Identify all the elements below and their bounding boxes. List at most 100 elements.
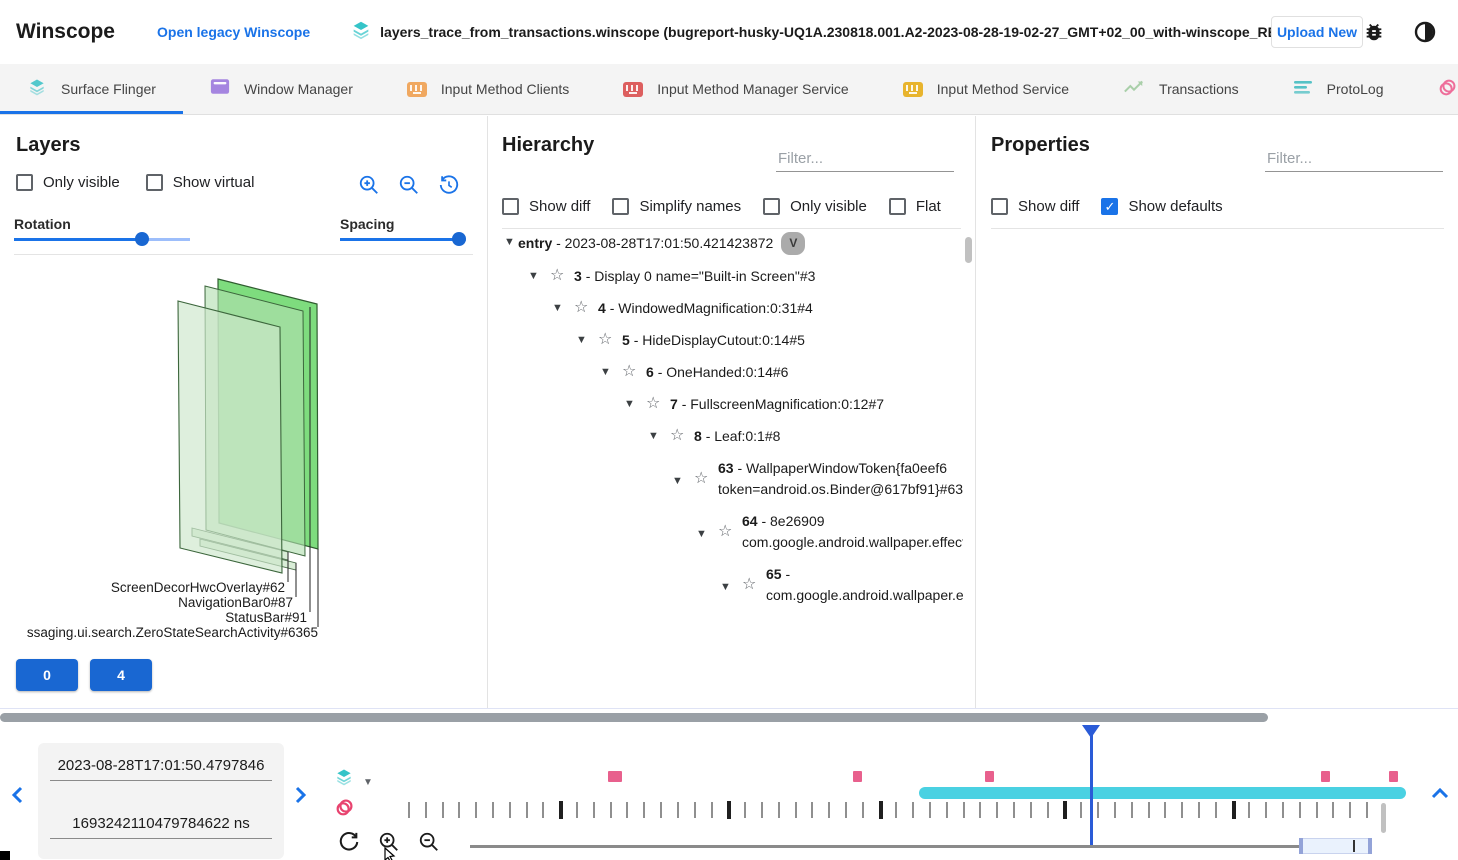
show-diff-checkbox[interactable]: Show diff xyxy=(502,198,590,215)
prev-entry-chevron-icon[interactable] xyxy=(10,785,26,810)
star-icon[interactable]: ☆ xyxy=(694,469,710,489)
caret-down-icon[interactable]: ▼ xyxy=(624,398,638,410)
star-icon[interactable]: ☆ xyxy=(646,394,662,414)
tree-row-display[interactable]: ▼☆ 3 - Display 0 name="Built-in Screen"#… xyxy=(488,266,963,287)
tree-row-cinematic-wallpaper-service[interactable]: ▼☆ 64 - 8e26909 com.google.android.wallp… xyxy=(488,511,963,553)
collapse-timeline-chevron-icon[interactable] xyxy=(1430,785,1450,806)
trace-dropdown-caret-icon[interactable]: ▼ xyxy=(363,777,373,788)
timeline-range-track[interactable] xyxy=(470,845,1362,848)
caret-down-icon[interactable]: ▼ xyxy=(552,302,566,314)
tree-row-cinematic-wallpaper-service-2[interactable]: ▼☆ 65 - com.google.android.wallpaper.eff… xyxy=(488,564,963,606)
display-button-0[interactable]: 0 xyxy=(16,659,78,691)
hierarchy-filter-input[interactable] xyxy=(776,146,954,172)
show-virtual-checkbox[interactable]: Show virtual xyxy=(146,174,255,191)
upload-new-button[interactable]: Upload New xyxy=(1271,16,1363,48)
timeline-vscroll-remnant[interactable] xyxy=(1381,803,1386,833)
caret-down-icon[interactable]: ▼ xyxy=(528,270,542,282)
star-icon[interactable]: ☆ xyxy=(622,362,638,382)
transition-trace-icon[interactable] xyxy=(334,795,356,824)
only-visible-checkbox[interactable]: Only visible xyxy=(763,198,867,215)
caret-down-icon[interactable]: ▼ xyxy=(720,581,734,593)
tree-row-leaf[interactable]: ▼☆ 8 - Leaf:0:1#8 xyxy=(488,426,963,447)
checkbox-box xyxy=(502,198,519,215)
reset-view-history-icon[interactable] xyxy=(438,174,460,201)
star-icon[interactable]: ☆ xyxy=(742,575,758,595)
selection-right-handle[interactable] xyxy=(1368,838,1372,854)
trace-file-chip[interactable]: layers_trace_from_transactions.winscope … xyxy=(350,19,1300,46)
open-legacy-link[interactable]: Open legacy Winscope xyxy=(157,24,310,40)
timeline-selection-box[interactable] xyxy=(1299,838,1372,854)
slider-thumb[interactable] xyxy=(452,232,466,246)
tab-window-manager[interactable]: Window Manager xyxy=(183,64,380,114)
timeline-tick xyxy=(425,802,427,818)
mouse-cursor xyxy=(383,847,397,860)
simplify-names-checkbox[interactable]: Simplify names xyxy=(612,198,741,215)
spacing-slider[interactable] xyxy=(340,232,466,246)
star-icon[interactable]: ☆ xyxy=(718,522,734,542)
flat-checkbox[interactable]: Flat xyxy=(889,198,941,215)
caret-down-icon[interactable]: ▼ xyxy=(600,366,614,378)
show-diff-checkbox[interactable]: Show diff xyxy=(991,198,1079,215)
app-title: Winscope xyxy=(16,20,115,44)
transitions-icon xyxy=(1437,75,1458,104)
only-visible-checkbox[interactable]: Only visible xyxy=(16,174,120,191)
tab-transitions[interactable]: Transitions xyxy=(1410,64,1458,114)
dark-mode-toggle-icon[interactable] xyxy=(1413,20,1437,49)
rotation-label: Rotation xyxy=(14,216,71,232)
tree-row-wallpaper-window-token[interactable]: ▼☆ 63 - WallpaperWindowToken{fa0eef6 tok… xyxy=(488,458,963,500)
display-button-4[interactable]: 4 xyxy=(90,659,152,691)
properties-filter-input[interactable] xyxy=(1265,146,1443,172)
tree-row-windowed-magnification[interactable]: ▼☆ 4 - WindowedMagnification:0:31#4 xyxy=(488,298,963,319)
show-defaults-checkbox[interactable]: ✓ Show defaults xyxy=(1101,198,1222,215)
protolog-icon xyxy=(1293,79,1313,100)
timeline-tick xyxy=(761,802,763,818)
bug-report-icon[interactable] xyxy=(1363,20,1385,49)
ns-timestamp-field[interactable]: 1693242110479784622 ns xyxy=(50,815,272,839)
timeline-zoom-out-icon[interactable] xyxy=(418,831,440,858)
slider-thumb[interactable] xyxy=(135,232,149,246)
caret-down-icon[interactable]: ▼ xyxy=(576,334,590,346)
screen-recording-bar[interactable] xyxy=(919,787,1406,799)
timeline-tick xyxy=(845,802,847,818)
checkbox-label: Flat xyxy=(916,198,941,215)
star-icon[interactable]: ☆ xyxy=(574,298,590,318)
timeline-tick xyxy=(677,802,679,818)
tab-surface-flinger[interactable]: Surface Flinger xyxy=(0,64,183,114)
properties-panel: Properties Show diff ✓ Show defaults xyxy=(977,116,1458,708)
hierarchy-scrollbar-thumb[interactable] xyxy=(965,237,972,263)
layer-label-navigationbar: NavigationBar0#87 xyxy=(178,595,293,610)
caret-down-icon[interactable]: ▼ xyxy=(648,430,662,442)
caret-down-icon[interactable]: ▼ xyxy=(504,236,518,248)
timeline-tick xyxy=(1063,801,1067,819)
tree-row-entry[interactable]: ▼ entry - 2023-08-28T17:01:50.421423872V xyxy=(488,232,963,255)
timeline-tick xyxy=(526,802,528,818)
horizontal-scrollbar[interactable] xyxy=(0,713,1268,722)
layers-trace-icon xyxy=(350,19,372,46)
rotation-slider[interactable] xyxy=(14,232,190,246)
checkbox-box xyxy=(16,174,33,191)
tree-row-one-handed[interactable]: ▼☆ 6 - OneHanded:0:14#6 xyxy=(488,362,963,383)
star-icon[interactable]: ☆ xyxy=(598,330,614,350)
layers-panel-title: Layers xyxy=(16,134,81,157)
layers-3d-view[interactable]: ScreenDecorHwcOverlay#62 NavigationBar0#… xyxy=(0,255,487,647)
refresh-icon[interactable] xyxy=(338,831,360,858)
caret-down-icon[interactable]: ▼ xyxy=(672,475,686,487)
zoom-out-icon[interactable] xyxy=(398,174,420,201)
tab-transactions[interactable]: Transactions xyxy=(1096,64,1266,114)
selection-left-handle[interactable] xyxy=(1299,838,1303,854)
caret-down-icon[interactable]: ▼ xyxy=(696,528,710,540)
tab-protolog[interactable]: ProtoLog xyxy=(1266,64,1411,114)
tab-input-method-service[interactable]: Input Method Service xyxy=(876,64,1096,114)
tree-row-hide-display-cutout[interactable]: ▼☆ 5 - HideDisplayCutout:0:14#5 xyxy=(488,330,963,351)
next-entry-chevron-icon[interactable] xyxy=(292,785,308,810)
zoom-in-icon[interactable] xyxy=(358,174,380,201)
timeline-tick xyxy=(610,802,612,818)
star-icon[interactable]: ☆ xyxy=(670,426,686,446)
active-trace-layers-icon[interactable] xyxy=(334,767,354,792)
human-timestamp-field[interactable]: 2023-08-28T17:01:50.4797846 xyxy=(50,757,272,781)
tab-input-method-clients[interactable]: Input Method Clients xyxy=(380,64,596,114)
tree-row-fullscreen-magnification[interactable]: ▼☆ 7 - FullscreenMagnification:0:12#7 xyxy=(488,394,963,415)
star-icon[interactable]: ☆ xyxy=(550,266,566,286)
timeline-cursor[interactable] xyxy=(1090,725,1093,847)
tab-input-method-manager-service[interactable]: Input Method Manager Service xyxy=(596,64,875,114)
